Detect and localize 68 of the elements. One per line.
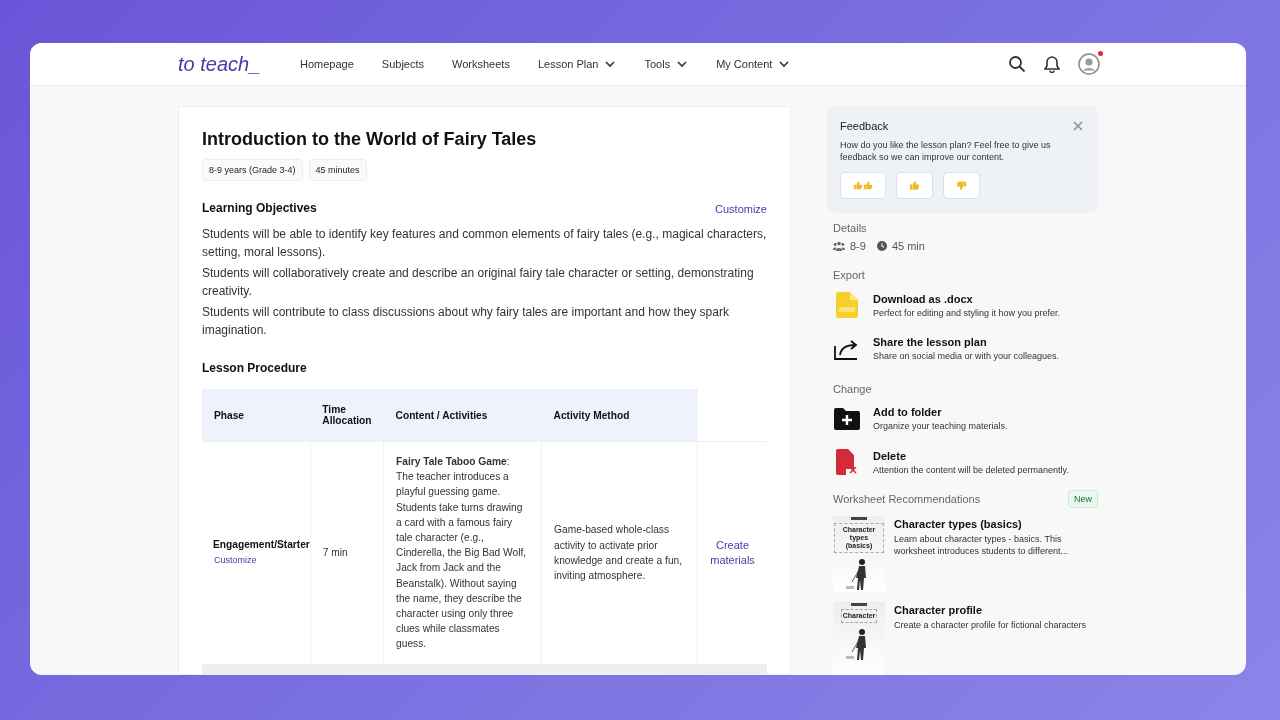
action-description: Perfect for editing and styling it how you prefer. [873, 307, 1061, 318]
bell-icon [1044, 55, 1060, 73]
action-item[interactable]: Share the lesson plan Share on social media or with your colleagues. [833, 336, 1092, 361]
worksheet-description: Create a character profile for fictional characters [894, 619, 1087, 631]
section-heading: Lesson Procedure [202, 361, 308, 375]
reaction-button[interactable] [840, 172, 886, 199]
tag: 8-9 years (Grade 3-4) [202, 159, 303, 181]
tag: 45 minutes [308, 159, 367, 181]
thumbs-up-icon [853, 180, 873, 191]
reaction-button[interactable] [943, 172, 980, 199]
feedback-title: Feedback [840, 120, 889, 132]
section-heading: Change [833, 383, 873, 395]
customize-link[interactable]: Customize [214, 555, 257, 566]
section-heading: Export [833, 269, 866, 281]
nav-link[interactable]: Tools [644, 58, 689, 70]
document-icon [835, 292, 858, 318]
column-header: Time Allocation [310, 389, 384, 442]
column-header: Activity Method [541, 389, 698, 442]
feedback-text: How do you like the lesson plan? Feel free to give us feedback so we can improve our content. [840, 139, 1052, 163]
duration-text: 45 min [891, 240, 925, 252]
thumbs-down-icon [956, 180, 967, 191]
nav-link[interactable]: My Content [716, 58, 791, 70]
lesson-title: Introduction to the World of Fairy Tales [202, 129, 538, 150]
column-header: Phase [202, 389, 311, 442]
search-icon [1008, 55, 1026, 73]
section-heading: Details [833, 222, 868, 234]
document-delete-icon [835, 449, 858, 475]
nav-link[interactable]: Worksheets [452, 58, 510, 70]
worksheet-title: Character profile [894, 604, 984, 616]
new-badge: New [1068, 490, 1098, 508]
table-cell: Fairy Tale Taboo Game: The teacher introduces a playful guessing game. Students take turns drawing a card with a famous fairy tale character (e.g., Cinderella, the Big Bad Wolf, Jack from Jack and the Beanstalk). Without saying the name, they describe the character using only three clues while classmates guess. [383, 441, 542, 664]
close-button[interactable] [1071, 119, 1085, 133]
customize-link[interactable]: Customize [715, 203, 767, 215]
action-description: Attention the content will be deleted permanently. [873, 464, 1069, 475]
action-title: Delete [873, 449, 908, 462]
table-cell: Game-based whole-class activity to activate prior knowledge and create a fun, inviting atmosphere. [541, 441, 698, 664]
worksheet-title: Character types (basics) [894, 518, 1023, 530]
age-text: 8-9 [850, 240, 866, 252]
objective-text: Students will collaboratively create and describe an original fairy tale character or setting, demonstrating creativity. [202, 265, 755, 300]
table-cell: 7 min [310, 441, 384, 664]
action-title: Download as .docx [873, 292, 974, 305]
nav-link[interactable]: Homepage [300, 58, 354, 70]
share-icon [833, 337, 860, 360]
action-item[interactable]: Download as .docx Perfect for editing and styling it how you prefer. [833, 292, 1092, 318]
objective-text: Students will contribute to class discussions about why fairy tales are important and how they spark imagination. [202, 304, 730, 339]
section-heading: Learning Objectives [202, 201, 317, 215]
action-description: Share on social media or with your colleagues. [873, 351, 1060, 361]
action-item[interactable]: Add to folder Organize your teaching materials. [833, 406, 1092, 431]
folder-add-icon [833, 407, 860, 430]
people-icon [833, 241, 845, 251]
worksheet-description: Learn about character types - basics. This worksheet introduces students to different... [894, 533, 1069, 557]
clock-icon [876, 241, 887, 251]
avatar-icon [1078, 53, 1100, 75]
logo[interactable]: to teach_ [178, 52, 300, 76]
action-title: Share the lesson plan [873, 336, 988, 348]
phase-text: Engagement/Starter [213, 538, 310, 553]
nav-link[interactable]: Subjects [381, 58, 425, 70]
reaction-button[interactable] [896, 172, 933, 199]
action-item[interactable]: Delete Attention the content will be deleted permanently. [833, 449, 1092, 475]
close-icon [1073, 121, 1083, 131]
column-header: Content / Activities [383, 389, 542, 442]
action-title: Add to folder [873, 406, 943, 418]
nav-link[interactable]: Lesson Plan [537, 58, 617, 70]
create-materials-link[interactable]: Create materials [710, 537, 755, 568]
action-description: Organize your teaching materials. [873, 421, 1008, 431]
section-heading: Worksheet Recommendations [833, 493, 981, 505]
thumbs-up-icon [909, 180, 920, 191]
objective-text: Students will be able to identify key features and common elements of fairy tales (e.g., magical characters, setting, moral lessons). [202, 226, 767, 261]
